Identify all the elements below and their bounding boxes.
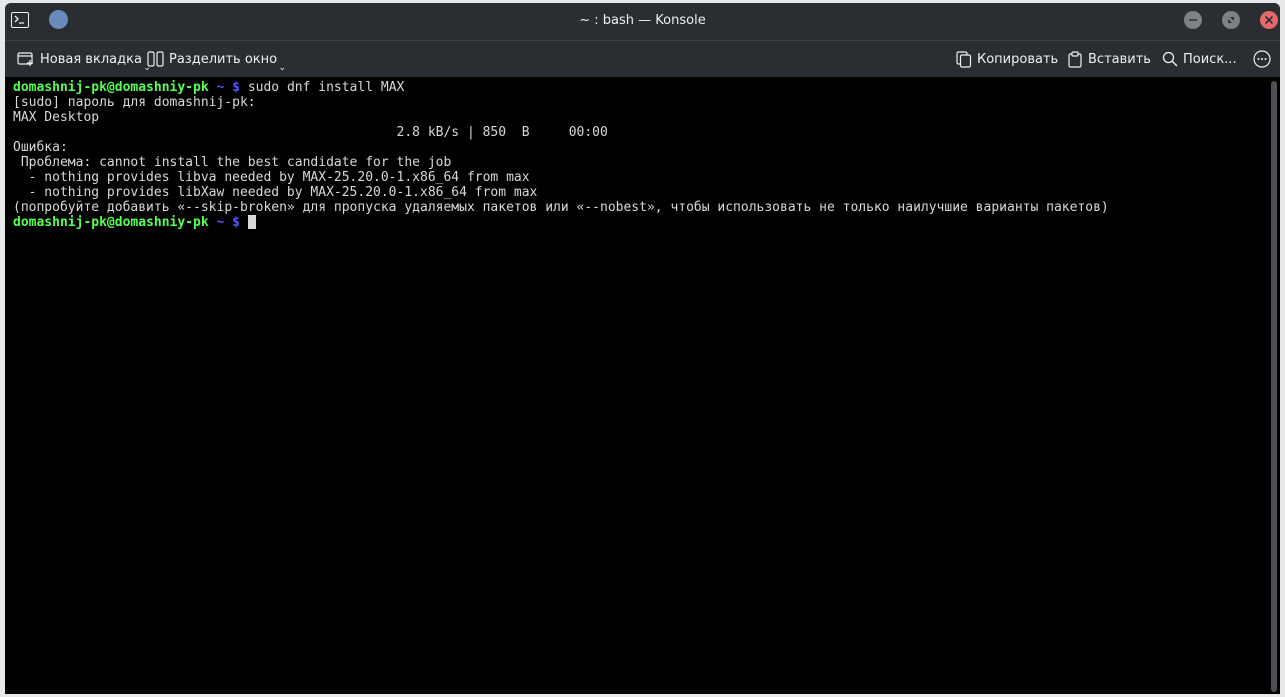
output-line: - nothing provides libva needed by MAX-2… xyxy=(13,170,530,185)
konsole-window: ~ : bash — Konsole Новая вкладка ⌄ Разде… xyxy=(5,3,1280,694)
copy-button[interactable]: Копировать xyxy=(956,48,1058,70)
active-prompt-line[interactable]: domashnij-pk@domashniy-pk ~ $ xyxy=(13,215,1268,230)
scrollbar[interactable] xyxy=(1268,77,1280,694)
new-tab-button[interactable]: Новая вкладка ⌄ xyxy=(17,48,151,73)
title-bar[interactable]: ~ : bash — Konsole xyxy=(5,3,1280,40)
command-line: domashnij-pk@domashniy-pk ~ $ sudo dnf i… xyxy=(13,80,1268,95)
minimize-button[interactable] xyxy=(1184,11,1202,29)
new-tab-icon xyxy=(17,52,33,66)
copy-icon xyxy=(956,50,972,68)
terminal-view[interactable]: domashnij-pk@domashniy-pk ~ $ sudo dnf i… xyxy=(5,77,1268,694)
output-line: (попробуйте добавить «--skip-broken» для… xyxy=(13,200,1109,215)
split-view-label: Разделить окно xyxy=(169,51,278,67)
window-title: ~ : bash — Konsole xyxy=(579,13,706,28)
find-label: Поиск... xyxy=(1183,51,1237,67)
search-icon xyxy=(1162,51,1178,67)
paste-label: Вставить xyxy=(1088,51,1151,67)
minimize-icon xyxy=(1189,19,1197,21)
close-icon xyxy=(1264,15,1274,25)
prompt-path: ~ xyxy=(216,80,225,95)
scrollbar-thumb[interactable] xyxy=(1271,81,1277,692)
split-view-button[interactable]: Разделить окно ⌄ xyxy=(147,48,286,73)
close-button[interactable] xyxy=(1260,11,1278,29)
dropdown-arrow-icon[interactable]: ⌄ xyxy=(279,63,287,73)
clipboard-icon xyxy=(1068,50,1082,68)
prompt-symbol: $ xyxy=(232,215,240,230)
maximize-icon xyxy=(1228,17,1234,23)
prompt-path: ~ xyxy=(216,215,225,230)
maximize-button[interactable] xyxy=(1222,11,1240,29)
output-line: Ошибка: xyxy=(13,140,68,155)
new-tab-label: Новая вкладка xyxy=(40,51,142,67)
prompt-user: domashnij-pk@domashniy-pk xyxy=(13,215,209,230)
prompt-symbol: $ xyxy=(232,80,240,95)
hamburger-menu-button[interactable] xyxy=(1253,48,1276,70)
output-line: MAX Desktop xyxy=(13,110,100,125)
split-view-icon xyxy=(147,51,164,67)
text-cursor xyxy=(247,215,256,229)
output-line: Проблема: cannot install the best candid… xyxy=(13,155,452,170)
more-icon xyxy=(1253,50,1271,68)
toolbar: Новая вкладка ⌄ Разделить окно ⌄ Копиров… xyxy=(5,40,1280,78)
output-line: [sudo] пароль для domashnij-pk: xyxy=(13,95,256,110)
copy-label: Копировать xyxy=(977,51,1059,67)
prompt-user: domashnij-pk@domashniy-pk xyxy=(13,80,209,95)
output-line: - nothing provides libXaw needed by MAX-… xyxy=(13,185,538,200)
find-button[interactable]: Поиск... xyxy=(1162,48,1237,70)
command-text: sudo dnf install MAX xyxy=(247,80,405,95)
paste-button[interactable]: Вставить xyxy=(1067,48,1151,70)
output-line: 2.8 kB/s | 850 B 00:00 xyxy=(13,125,608,140)
